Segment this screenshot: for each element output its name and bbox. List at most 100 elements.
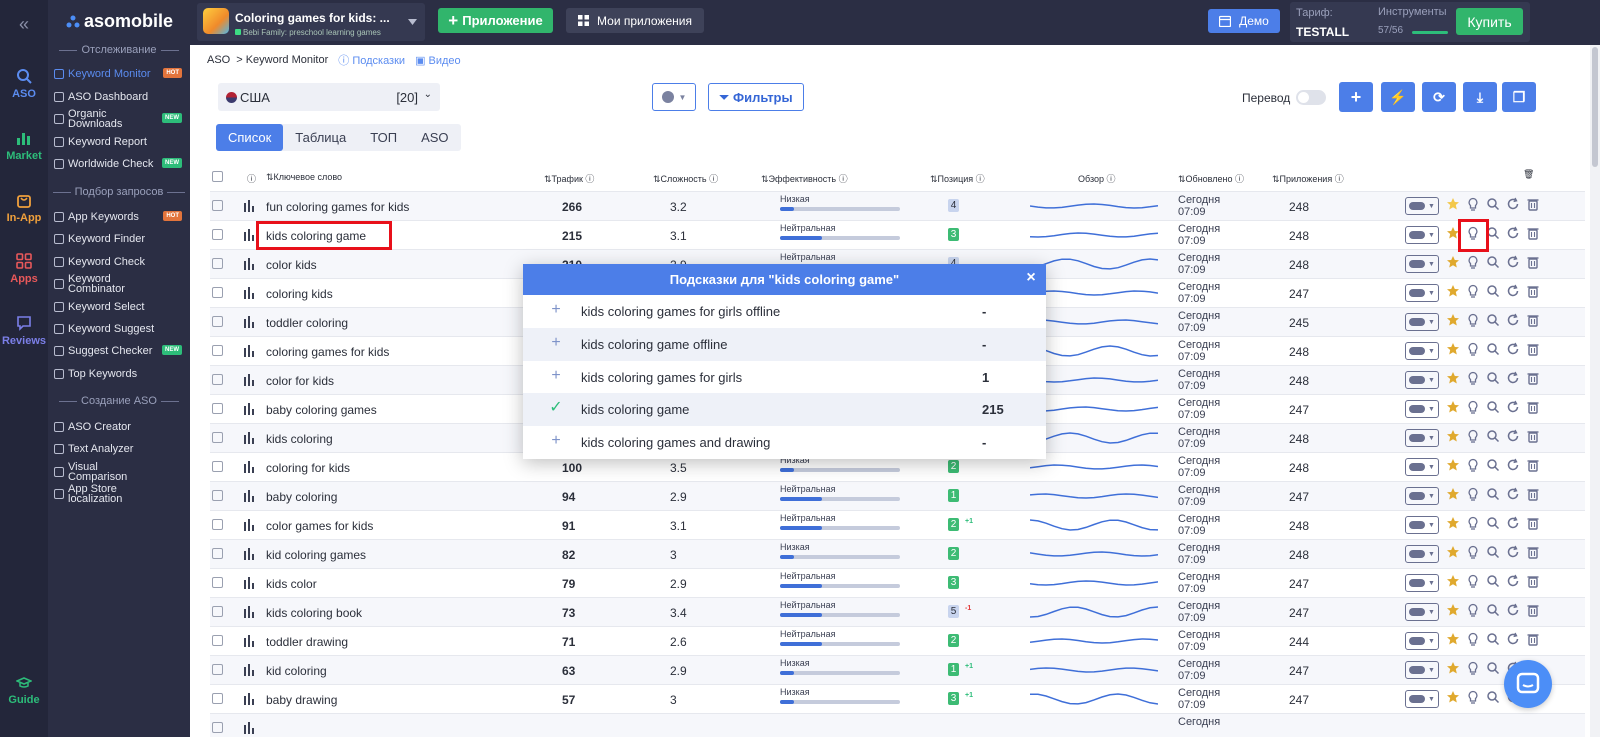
star-icon[interactable]	[1446, 429, 1460, 443]
add-app-button[interactable]: + Приложение	[438, 8, 553, 33]
overview-sparkline[interactable]	[1030, 224, 1158, 246]
buy-button[interactable]: Купить	[1456, 8, 1523, 35]
overview-sparkline[interactable]	[1030, 572, 1158, 594]
main-scrollbar[interactable]	[1590, 45, 1600, 737]
row-checkbox[interactable]	[212, 635, 223, 646]
refresh-icon[interactable]	[1506, 342, 1520, 356]
refresh-icon[interactable]	[1506, 284, 1520, 298]
search-icon[interactable]	[1486, 458, 1500, 472]
breadcrumb-root[interactable]: ASO	[207, 54, 230, 66]
star-icon[interactable]	[1446, 632, 1460, 646]
filters-button[interactable]: ⏷ Фильтры	[708, 83, 804, 111]
select-all-checkbox[interactable]	[212, 171, 223, 182]
row-checkbox[interactable]	[212, 606, 223, 617]
sidebar-item[interactable]: Keyword Suggest	[54, 319, 186, 339]
row-checkbox[interactable]	[212, 374, 223, 385]
refresh-icon[interactable]	[1506, 313, 1520, 327]
row-tag-select[interactable]: ▼	[1405, 545, 1439, 563]
search-icon[interactable]	[1486, 255, 1500, 269]
lightbulb-icon[interactable]	[1466, 342, 1480, 356]
lightbulb-icon[interactable]	[1466, 516, 1480, 530]
add-suggestion-icon[interactable]: +	[549, 433, 563, 449]
header-updated[interactable]: ⇅Обновлено ⓘ	[1178, 172, 1244, 185]
refresh-icon[interactable]	[1506, 197, 1520, 211]
header-difficulty[interactable]: ⇅Сложность ⓘ	[653, 172, 718, 185]
stats-icon[interactable]	[244, 722, 256, 734]
row-tag-select[interactable]: ▼	[1405, 632, 1439, 650]
sidebar-item[interactable]: Worldwide Check NEW	[54, 154, 186, 174]
row-checkbox[interactable]	[212, 229, 223, 240]
keyword-cell[interactable]: color for kids	[266, 374, 334, 388]
row-checkbox[interactable]	[212, 519, 223, 530]
row-tag-select[interactable]: ▼	[1405, 371, 1439, 389]
stats-icon[interactable]	[244, 635, 256, 647]
trash-icon[interactable]	[1526, 400, 1540, 414]
trash-icon[interactable]	[1526, 632, 1540, 646]
overview-sparkline[interactable]	[1030, 282, 1158, 304]
lightbulb-icon[interactable]	[1466, 255, 1480, 269]
rail-item-market[interactable]: Market	[0, 130, 48, 162]
search-icon[interactable]	[1486, 661, 1500, 675]
trash-icon[interactable]	[1526, 574, 1540, 588]
trash-icon[interactable]	[1526, 284, 1540, 298]
stats-icon[interactable]	[244, 519, 256, 531]
sidebar-item[interactable]: Top Keywords	[54, 364, 186, 384]
search-icon[interactable]	[1486, 284, 1500, 298]
stats-icon[interactable]	[244, 287, 256, 299]
row-tag-select[interactable]: ▼	[1405, 516, 1439, 534]
sidebar-item[interactable]: Keyword Report	[54, 132, 186, 152]
star-icon[interactable]	[1446, 545, 1460, 559]
close-icon[interactable]: ×	[1024, 270, 1038, 286]
rail-item-apps[interactable]: Apps	[0, 253, 48, 285]
overview-sparkline[interactable]	[1030, 427, 1158, 449]
stats-icon[interactable]	[244, 461, 256, 473]
keyword-cell[interactable]: kids color	[266, 577, 317, 591]
add-suggestion-icon[interactable]: +	[549, 302, 563, 318]
overview-sparkline[interactable]	[1030, 514, 1158, 536]
trash-icon[interactable]	[1526, 458, 1540, 472]
search-icon[interactable]	[1486, 690, 1500, 704]
row-tag-select[interactable]: ▼	[1405, 197, 1439, 215]
search-icon[interactable]	[1486, 197, 1500, 211]
stats-icon[interactable]	[244, 664, 256, 676]
keyword-cell[interactable]: coloring games for kids	[266, 345, 389, 359]
rail-item-reviews[interactable]: Reviews	[0, 315, 48, 347]
star-icon[interactable]	[1446, 516, 1460, 530]
search-icon[interactable]	[1486, 429, 1500, 443]
lightbulb-icon[interactable]	[1466, 690, 1480, 704]
trash-icon[interactable]	[1526, 603, 1540, 617]
row-tag-select[interactable]: ▼	[1405, 400, 1439, 418]
keyword-cell[interactable]: kid coloring	[266, 664, 327, 678]
trash-icon[interactable]	[1526, 226, 1540, 240]
star-icon[interactable]	[1446, 255, 1460, 269]
trash-icon[interactable]	[1526, 197, 1540, 211]
row-checkbox[interactable]	[212, 287, 223, 298]
refresh-icon[interactable]	[1506, 255, 1520, 269]
row-tag-select[interactable]: ▼	[1405, 255, 1439, 273]
tab-table[interactable]: Таблица	[283, 124, 358, 151]
row-checkbox[interactable]	[212, 258, 223, 269]
row-checkbox[interactable]	[212, 345, 223, 356]
stats-icon[interactable]	[244, 229, 256, 241]
rail-item-aso[interactable]: ASO	[0, 68, 48, 100]
row-tag-select[interactable]: ▼	[1405, 458, 1439, 476]
row-checkbox[interactable]	[212, 664, 223, 675]
stats-icon[interactable]	[244, 606, 256, 618]
my-apps-button[interactable]: Мои приложения	[566, 8, 704, 33]
star-icon[interactable]	[1446, 603, 1460, 617]
tab-top[interactable]: ТОП	[358, 124, 409, 151]
row-tag-select[interactable]: ▼	[1405, 342, 1439, 360]
row-checkbox[interactable]	[212, 548, 223, 559]
lightbulb-icon[interactable]	[1466, 545, 1480, 559]
trash-icon[interactable]	[1526, 313, 1540, 327]
app-selector[interactable]: Coloring games for kids: ... Bebi Family…	[197, 3, 425, 41]
keyword-cell[interactable]: baby coloring	[266, 490, 337, 504]
search-icon[interactable]	[1486, 342, 1500, 356]
overview-sparkline[interactable]	[1030, 456, 1158, 478]
row-checkbox[interactable]	[212, 403, 223, 414]
sidebar-item[interactable]: Keyword Check	[54, 252, 186, 272]
sidebar-item[interactable]: ASO Dashboard	[54, 87, 186, 107]
row-checkbox[interactable]	[212, 200, 223, 211]
logo[interactable]: asomobile	[66, 11, 173, 32]
trash-icon[interactable]	[1526, 487, 1540, 501]
